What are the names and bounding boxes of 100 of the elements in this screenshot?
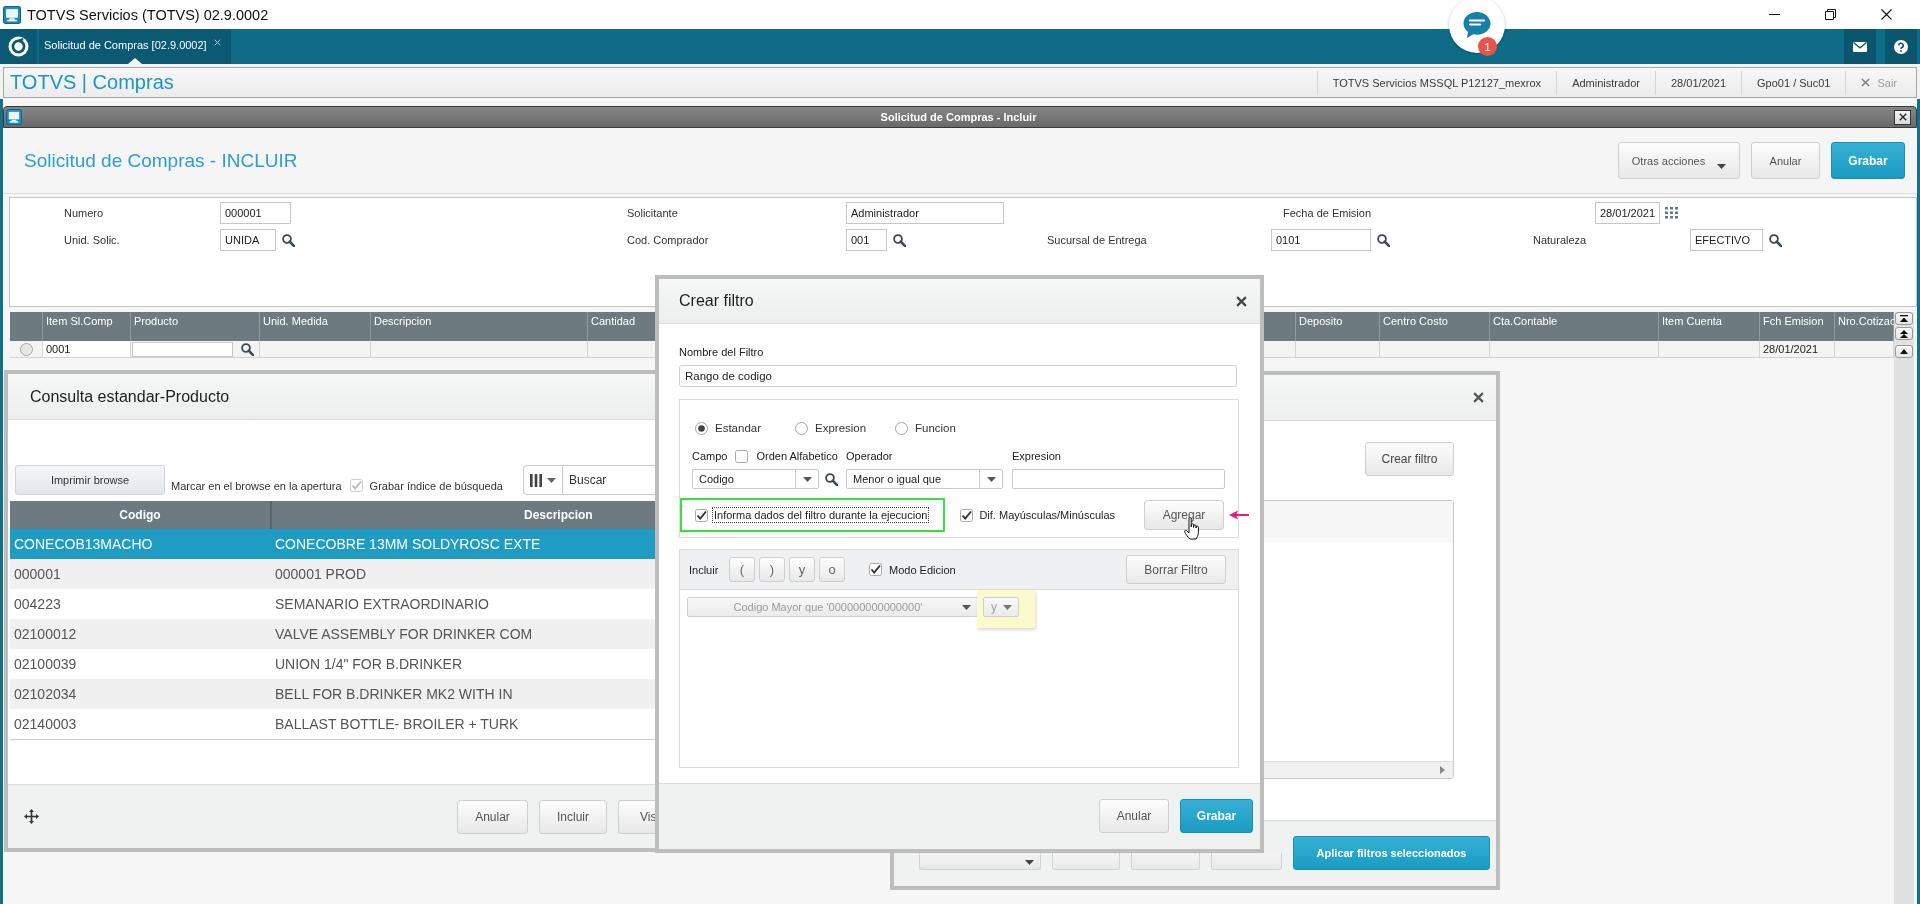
column-header: Descripcion: [374, 315, 432, 327]
field-label: Expresion: [1012, 450, 1061, 462]
table-cell: 0001: [46, 343, 71, 355]
secondary-button[interactable]: Anular: [1751, 142, 1820, 179]
secondary-button[interactable]: Crear filtro: [1365, 442, 1454, 476]
radio-button[interactable]: [19, 342, 33, 356]
secondary-button[interactable]: Incluir: [539, 799, 607, 834]
field-label: Campo: [692, 450, 728, 462]
annotation-arrow: [1229, 510, 1249, 520]
checkbox[interactable]: [869, 563, 882, 576]
column-header: Codigo: [119, 508, 161, 522]
search-icon[interactable]: [825, 472, 838, 486]
secondary-button[interactable]: Anular: [1099, 799, 1169, 833]
columns-icon: [530, 473, 542, 487]
radio-button[interactable]: [695, 421, 708, 435]
input-field[interactable]: 001: [846, 229, 887, 251]
columns-button[interactable]: [523, 465, 563, 495]
secondary-button[interactable]: Agregar: [1144, 500, 1224, 530]
restore-icon[interactable]: [1824, 9, 1836, 20]
input-field[interactable]: 0101: [1271, 229, 1371, 251]
header-info: Administrador: [1572, 76, 1640, 89]
calendar-icon[interactable]: [1665, 207, 1678, 219]
field-label: Cod. Comprador: [627, 234, 709, 246]
tab[interactable]: Solicitud de Compras [02.9.0002]: [39, 29, 231, 64]
checkbox-label: Modo Edicion: [889, 563, 956, 576]
column-header: Centro Costo: [1383, 315, 1448, 327]
close-icon[interactable]: [1898, 113, 1907, 121]
search-icon[interactable]: [241, 342, 254, 356]
caret-icon: [962, 604, 971, 610]
radio-button[interactable]: [795, 421, 808, 435]
checkbox[interactable]: [960, 508, 974, 522]
table-row[interactable]: 004223 SEMANARIO EXTRAORDINARIO: [10, 589, 656, 619]
caret-icon: [986, 476, 996, 482]
search-icon[interactable]: [282, 233, 295, 247]
checkbox[interactable]: [735, 449, 749, 463]
menu-button[interactable]: Otras acciones: [1618, 142, 1740, 179]
help-icon: [1894, 39, 1908, 54]
field-label: Solicitante: [627, 207, 678, 219]
table-cell: 02102034: [14, 686, 77, 702]
input-field[interactable]: Rango de codigo: [679, 365, 1237, 387]
operator-button[interactable]: y: [789, 557, 815, 582]
table-row[interactable]: 02100012 VALVE ASSEMBLY FOR DRINKER COM: [10, 619, 656, 649]
checkbox[interactable]: [695, 508, 708, 522]
checkbox-label: Orden Alfabetico: [756, 450, 838, 462]
caret-icon: [1025, 860, 1034, 865]
close-icon[interactable]: [1236, 295, 1247, 307]
search-icon[interactable]: [1769, 233, 1782, 247]
move-icon[interactable]: [24, 809, 39, 824]
radio-label: Expresion: [815, 422, 867, 434]
input-field[interactable]: UNIDA: [220, 229, 276, 251]
input-field[interactable]: [1012, 469, 1225, 489]
scroll-button[interactable]: [1895, 345, 1913, 358]
column-header: Item Cuenta: [1662, 315, 1722, 327]
logo-icon[interactable]: [8, 36, 29, 57]
table-row[interactable]: 000001 000001 PROD: [10, 559, 656, 589]
scroll-button[interactable]: [1895, 312, 1913, 325]
mail-button[interactable]: [1844, 29, 1876, 64]
help-button[interactable]: [1885, 29, 1917, 64]
table-cell: 004223: [14, 596, 61, 612]
minimize-icon[interactable]: [1768, 14, 1780, 15]
operator-button[interactable]: (: [729, 557, 755, 582]
operator-button[interactable]: ): [759, 557, 785, 582]
search-icon[interactable]: [1377, 233, 1390, 247]
scroll-button[interactable]: [1895, 327, 1913, 340]
search-icon[interactable]: [893, 233, 906, 247]
secondary-button[interactable]: Anular: [457, 799, 528, 834]
dropdown[interactable]: Codigo: [692, 469, 819, 489]
operator-button[interactable]: o: [819, 557, 845, 582]
input-field[interactable]: 28/01/2021: [1595, 202, 1660, 224]
table-row[interactable]: 02140003 BALLAST BOTTLE- BROILER + TURK: [10, 709, 656, 739]
window-title: Solicitud de Compras - Incluir: [880, 111, 1037, 123]
caret-icon: [547, 477, 556, 483]
radio-label: Funcion: [915, 422, 956, 434]
app-title: TOTVS | Compras: [10, 71, 174, 94]
close-icon[interactable]: [1880, 9, 1892, 20]
dialog-title: Consulta estandar-Producto: [30, 387, 230, 406]
input-field[interactable]: [132, 341, 233, 357]
table-row[interactable]: 02102034 BELL FOR B.DRINKER MK2 WITH IN: [10, 679, 656, 709]
search-field[interactable]: Buscar: [563, 465, 656, 495]
table-cell: 000001 PROD: [275, 566, 367, 582]
table-cell: CONECOBRE 13MM SOLDYROSC EXTE: [275, 536, 541, 552]
input-field[interactable]: EFECTIVO: [1690, 229, 1763, 251]
table-row[interactable]: 02100039 UNION 1/4" FOR B.DRINKER: [10, 649, 656, 679]
monitor-icon: [6, 109, 22, 125]
secondary-button[interactable]: Borrar Filtro: [1126, 555, 1226, 584]
close-icon[interactable]: [1473, 392, 1484, 403]
mail-icon: [1853, 41, 1867, 52]
scrollbar[interactable]: [1263, 761, 1453, 778]
input-field[interactable]: Administrador: [846, 202, 1004, 224]
secondary-button[interactable]: Imprimir browse: [15, 465, 165, 495]
radio-button[interactable]: [895, 421, 908, 435]
dropdown[interactable]: Menor o igual que: [846, 469, 1003, 489]
field-label: Incluir: [689, 563, 719, 576]
close-button[interactable]: [1894, 109, 1911, 125]
header-info: TOTVS Servicios MSSQL P12127_mexrox: [1332, 76, 1542, 89]
field-label: Numero: [64, 207, 104, 219]
input-field[interactable]: 000001: [220, 202, 291, 224]
field-label: Unid. Solic.: [64, 234, 120, 246]
table-cell: 02140003: [14, 716, 77, 732]
up-arrow-icon: [1900, 349, 1908, 354]
